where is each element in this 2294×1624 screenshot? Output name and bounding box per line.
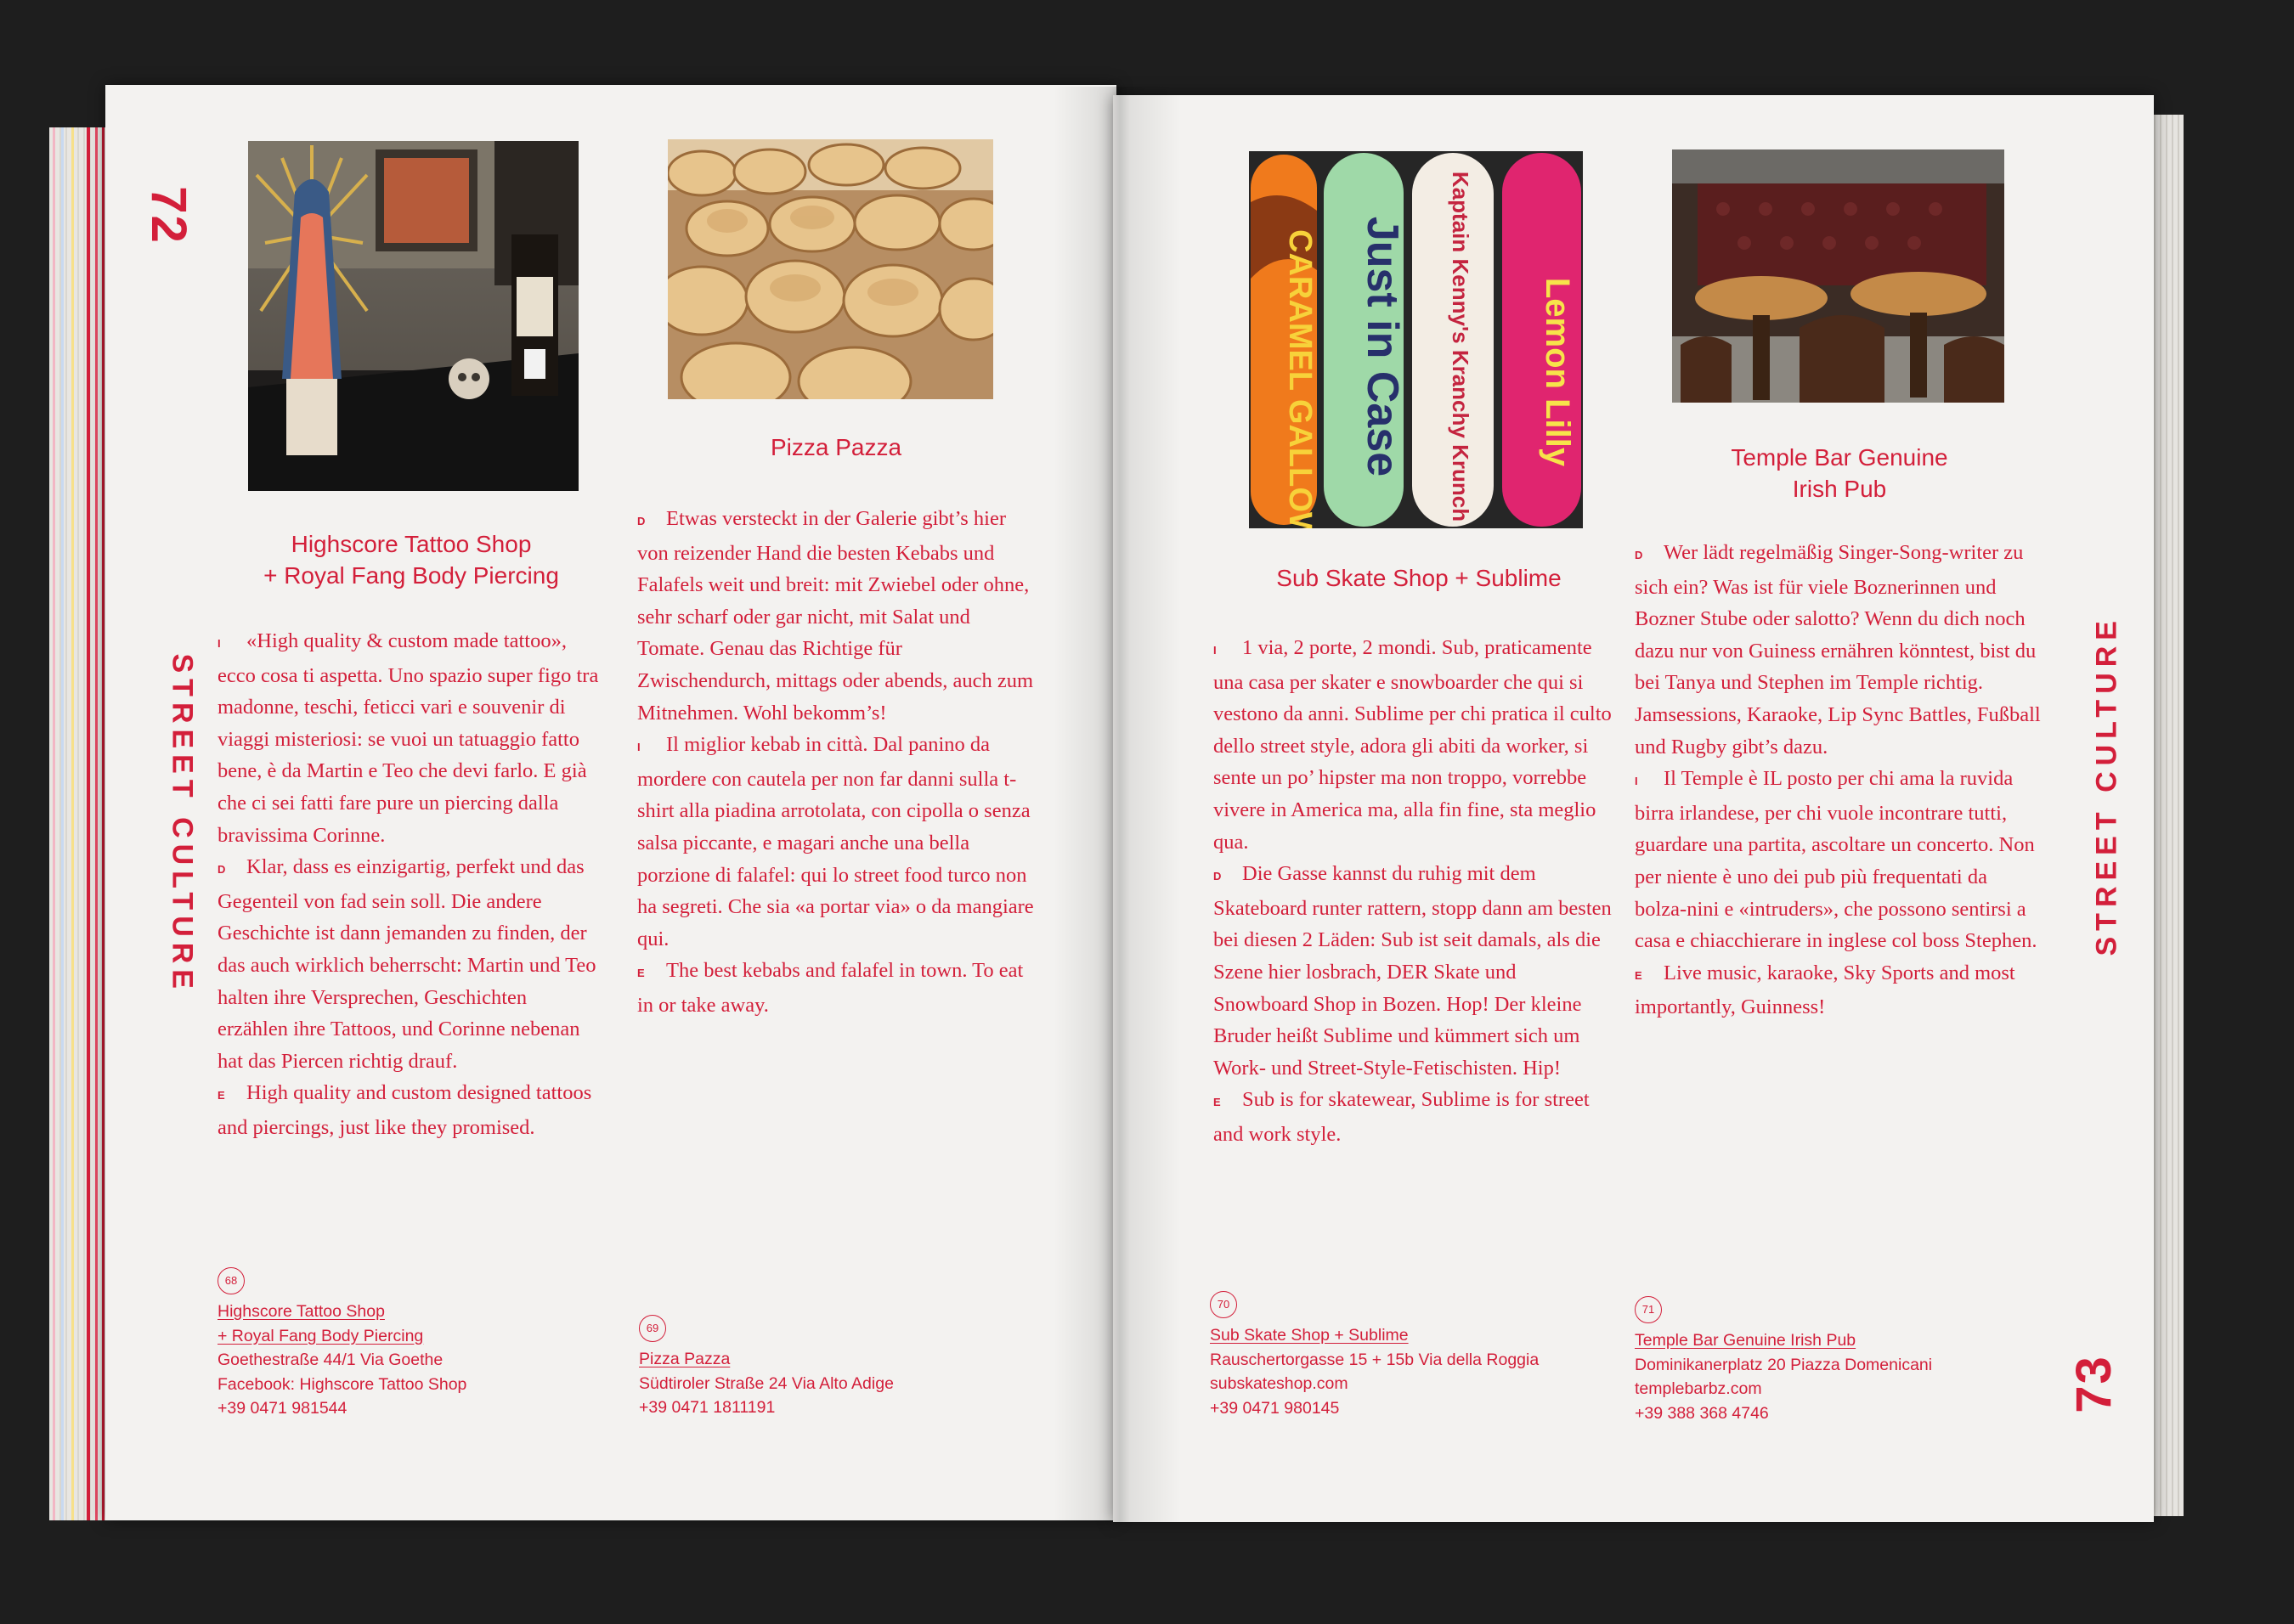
paragraph-de: D Wer lädt regelmäßig Singer-Song-writer … xyxy=(1635,541,2041,758)
paragraph-it: I Il Temple è IL posto per chi ama la ruv… xyxy=(1635,767,2037,953)
entry-text-tattoo: I «High quality & custom made tattoo», ec… xyxy=(218,625,600,1144)
section-label-left: STREET CULTURE xyxy=(166,653,199,995)
temple-bar-photo xyxy=(1672,149,2004,403)
right-page: CARAMEL GALLOWAY Just in Case Kaptain Ke… xyxy=(1113,95,2154,1522)
venue-number: 70 xyxy=(1210,1291,1237,1318)
entry-title-pizza: Pizza Pazza xyxy=(666,431,1006,463)
entry-text-skate: I1 via, 2 porte, 2 mondi. Sub, praticame… xyxy=(1213,632,1614,1151)
pizza-pazza-photo xyxy=(668,139,993,399)
venue-phone: +39 0471 980145 xyxy=(1210,1398,1340,1418)
venue-address: Rauschertorgasse 15 + 15b Via della Rogg… xyxy=(1210,1350,1540,1369)
page-number-right: 73 xyxy=(2065,1355,2122,1413)
venue-info-temple: 71 Temple Bar Genuine Irish Pub Dominika… xyxy=(1635,1296,1932,1425)
venue-name[interactable]: Pizza Pazza xyxy=(639,1347,894,1372)
title-line: Sub Skate Shop + Sublime xyxy=(1276,565,1562,591)
venue-number: 69 xyxy=(639,1315,666,1342)
venue-address: Südtiroler Straße 24 Via Alto Adige xyxy=(639,1373,894,1393)
paragraph-en: E The best kebabs and falafel in town. To… xyxy=(637,959,1024,1017)
paragraph-it: I «High quality & custom made tattoo», ec… xyxy=(218,629,599,847)
venue-web[interactable]: subskateshop.com xyxy=(1210,1372,1539,1396)
venue-info-tattoo: 68 Highscore Tattoo Shop + Royal Fang Bo… xyxy=(218,1267,466,1421)
entry-text-temple: D Wer lädt regelmäßig Singer-Song-writer … xyxy=(1635,537,2043,1023)
venue-address: Goethestraße 44/1 Via Goethe xyxy=(218,1351,444,1369)
page-number-left: 72 xyxy=(140,186,196,245)
entry-title-skate: Sub Skate Shop + Sublime xyxy=(1223,562,1614,594)
venue-info-pizza: 69 Pizza Pazza Südtiroler Straße 24 Via … xyxy=(639,1315,894,1420)
paragraph-en: E Live music, karaoke, Sky Sports and mos… xyxy=(1635,961,2015,1019)
venue-phone: +39 0471 1811191 xyxy=(639,1398,776,1417)
venue-number: 71 xyxy=(1635,1296,1662,1323)
skateboard-text: Kaptain Kenny's Kranchy Krunch xyxy=(1448,172,1473,522)
entry-title-temple: Temple Bar Genuine Irish Pub xyxy=(1665,442,2014,505)
title-line: + Royal Fang Body Piercing xyxy=(263,562,559,589)
section-label-right: STREET CULTURE xyxy=(2090,615,2123,956)
tattoo-shop-photo xyxy=(248,141,579,491)
venue-web[interactable]: templebarbz.com xyxy=(1635,1377,1932,1401)
paragraph-en: E High quality and custom designed tattoo… xyxy=(218,1081,592,1139)
left-page-edges xyxy=(49,127,107,1520)
paragraph-it: I Il miglior kebab in città. Dal panino d… xyxy=(637,733,1034,950)
paragraph-en: E Sub is for skatewear, Sublime is for st… xyxy=(1213,1088,1590,1146)
title-line: Highscore Tattoo Shop xyxy=(291,531,532,557)
title-line: Pizza Pazza xyxy=(770,434,902,460)
venue-web[interactable]: Facebook: Highscore Tattoo Shop xyxy=(218,1373,466,1397)
right-page-edges xyxy=(2150,115,2184,1516)
skateboard-text: Lemon Lilly xyxy=(1539,278,1576,467)
venue-info-skate: 70 Sub Skate Shop + Sublime Rauschertorg… xyxy=(1210,1291,1539,1420)
venue-phone: +39 0471 981544 xyxy=(218,1399,347,1418)
venue-phone: +39 388 368 4746 xyxy=(1635,1403,1769,1423)
venue-number: 68 xyxy=(218,1267,245,1294)
skateboard-text: Just in Case xyxy=(1358,217,1407,476)
paragraph-de: D Etwas versteckt in der Galerie gibt’s h… xyxy=(637,507,1034,725)
venue-address: Dominikanerplatz 20 Piazza Domenicani xyxy=(1635,1355,1933,1374)
entry-text-pizza: D Etwas versteckt in der Galerie gibt’s h… xyxy=(637,503,1035,1022)
paragraph-de: D Die Gasse kannst du ruhig mit dem Skate… xyxy=(1213,862,1612,1080)
paragraph-it: I1 via, 2 porte, 2 mondi. Sub, praticame… xyxy=(1213,636,1612,854)
entry-title-tattoo: Highscore Tattoo Shop + Royal Fang Body … xyxy=(233,528,590,591)
skateboard-text: CARAMEL GALLOWAY xyxy=(1282,229,1318,528)
venue-name[interactable]: + Royal Fang Body Piercing xyxy=(218,1324,466,1349)
title-line: Irish Pub xyxy=(1792,476,1887,502)
venue-name[interactable]: Highscore Tattoo Shop xyxy=(218,1300,466,1324)
skate-shop-photo: CARAMEL GALLOWAY Just in Case Kaptain Ke… xyxy=(1249,151,1583,528)
venue-name[interactable]: Sub Skate Shop + Sublime xyxy=(1210,1323,1539,1348)
left-page: 72 STREET CULTURE Highscore Tattoo Shop … xyxy=(105,85,1116,1520)
paragraph-de: D Klar, dass es einzigartig, perfekt und … xyxy=(218,855,596,1073)
venue-name[interactable]: Temple Bar Genuine Irish Pub xyxy=(1635,1328,1932,1353)
title-line: Temple Bar Genuine xyxy=(1731,444,1948,471)
